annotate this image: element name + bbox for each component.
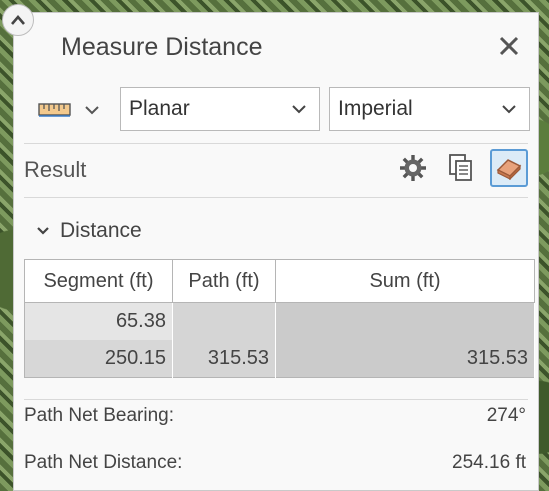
copy-icon xyxy=(449,154,472,181)
path-cell: 315.53 xyxy=(172,340,276,378)
column-header-path[interactable]: Path (ft) xyxy=(172,259,276,303)
ruler-tool-button[interactable] xyxy=(38,99,72,123)
close-button[interactable] xyxy=(496,33,522,59)
chevron-down-icon xyxy=(37,227,49,235)
path-net-distance-row: Path Net Distance: 254.16 ft xyxy=(24,452,526,474)
divider xyxy=(24,143,528,144)
path-net-bearing-value: 274° xyxy=(486,405,526,426)
path-net-distance-value: 254.16 ft xyxy=(452,452,526,473)
chevron-down-icon xyxy=(502,105,516,114)
measure-distance-panel: Measure Distance Planar Imperial Result … xyxy=(13,12,539,491)
distance-table: Segment (ft) Path (ft) Sum (ft) 65.38 25… xyxy=(24,259,535,378)
collapse-button[interactable] xyxy=(2,4,34,36)
measurement-mode-value: Planar xyxy=(129,97,190,120)
sum-cell: 315.53 xyxy=(275,340,535,378)
distance-section-label: Distance xyxy=(60,219,142,242)
ruler-icon xyxy=(38,103,71,117)
close-icon xyxy=(499,36,519,56)
eraser-icon xyxy=(496,159,522,180)
segment-cell: 250.15 xyxy=(24,340,173,378)
measure-toolbar: Planar Imperial xyxy=(14,87,538,133)
path-cell xyxy=(172,302,276,340)
settings-button[interactable] xyxy=(396,151,430,185)
table-header-row: Segment (ft) Path (ft) Sum (ft) xyxy=(24,259,535,303)
divider xyxy=(24,197,528,198)
measurement-mode-select[interactable]: Planar xyxy=(120,87,320,131)
table-row: 65.38 xyxy=(24,302,535,340)
table-row: 250.15 315.53 315.53 xyxy=(24,340,535,378)
path-net-bearing-label: Path Net Bearing: xyxy=(24,405,174,426)
panel-title: Measure Distance xyxy=(61,33,263,61)
units-value: Imperial xyxy=(338,97,413,120)
ruler-dropdown-button[interactable] xyxy=(84,101,100,120)
column-header-sum[interactable]: Sum (ft) xyxy=(275,259,535,303)
chevron-down-icon xyxy=(292,105,306,114)
divider xyxy=(24,399,528,400)
column-header-segment[interactable]: Segment (ft) xyxy=(24,259,173,303)
result-label: Result xyxy=(24,157,87,182)
units-select[interactable]: Imperial xyxy=(329,87,530,131)
sum-cell xyxy=(275,302,535,340)
copy-button[interactable] xyxy=(444,151,478,185)
path-net-distance-label: Path Net Distance: xyxy=(24,452,183,473)
clear-button[interactable] xyxy=(490,149,528,187)
gear-icon xyxy=(400,155,426,181)
distance-section-toggle[interactable]: Distance xyxy=(36,219,142,243)
segment-cell: 65.38 xyxy=(24,302,173,340)
path-net-bearing-row: Path Net Bearing: 274° xyxy=(24,405,526,427)
chevron-up-icon xyxy=(11,15,25,25)
chevron-down-icon xyxy=(85,106,99,115)
